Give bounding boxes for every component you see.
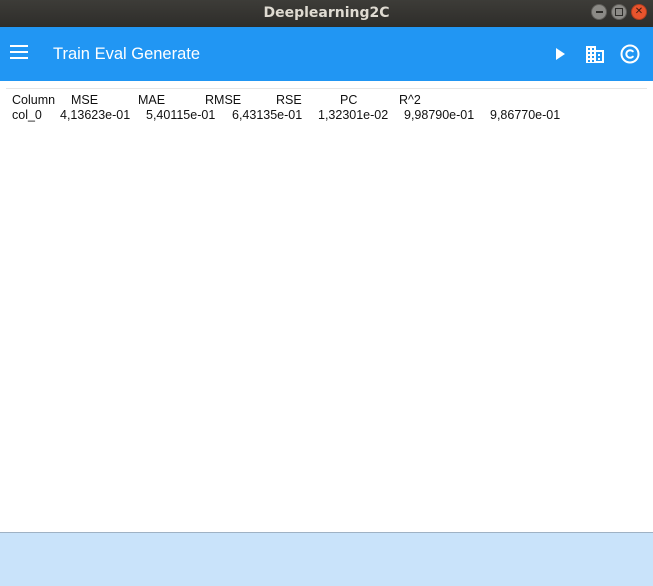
header-cell-r2: R^2	[399, 93, 421, 107]
header-cell-rse: RSE	[276, 93, 302, 107]
cell-mae: 5,40115e-01	[146, 108, 216, 122]
cell-mse: 4,13623e-01	[60, 108, 131, 122]
window-controls: ✕	[591, 4, 647, 22]
bottom-bar	[0, 532, 653, 586]
minimize-button[interactable]	[591, 4, 607, 20]
divider	[6, 88, 647, 89]
cell-r2: 9,86770e-01	[490, 108, 561, 122]
app-title: Train Eval Generate	[53, 45, 201, 63]
header-cell-column: Column	[12, 93, 56, 107]
cell-rse: 1,32301e-02	[318, 108, 389, 122]
maximize-icon	[615, 8, 623, 16]
table-row: col_0 4,13623e-01 5,40115e-01 6,43135e-0…	[12, 108, 632, 123]
header-cell-mse: MSE	[71, 93, 99, 107]
cell-column-name: col_0	[12, 108, 42, 122]
minimize-icon	[595, 11, 603, 13]
header-cell-rmse: RMSE	[205, 93, 242, 107]
results-panel: Column MSE MAE RMSE RSE PC R^2 col_0 4,1…	[0, 81, 653, 532]
header-cell-mae: MAE	[138, 93, 166, 107]
app-bar: Train Eval Generate	[0, 27, 653, 81]
cell-pc: 9,98790e-01	[404, 108, 475, 122]
close-icon: ✕	[634, 6, 644, 17]
header-cell-pc: PC	[340, 93, 358, 107]
table-header-row: Column MSE MAE RMSE RSE PC R^2	[12, 93, 632, 108]
copyright-icon[interactable]	[618, 42, 642, 66]
hamburger-menu-icon[interactable]	[10, 45, 28, 63]
evaluation-table: Column MSE MAE RMSE RSE PC R^2 col_0 4,1…	[12, 93, 632, 123]
maximize-button[interactable]	[611, 4, 627, 20]
window-title: Deeplearning2C	[263, 5, 390, 21]
window-titlebar: Deeplearning2C ✕	[0, 0, 653, 27]
cell-rmse: 6,43135e-01	[232, 108, 303, 122]
close-button[interactable]: ✕	[631, 4, 647, 20]
building-icon[interactable]	[583, 42, 607, 66]
play-icon[interactable]	[548, 42, 572, 66]
